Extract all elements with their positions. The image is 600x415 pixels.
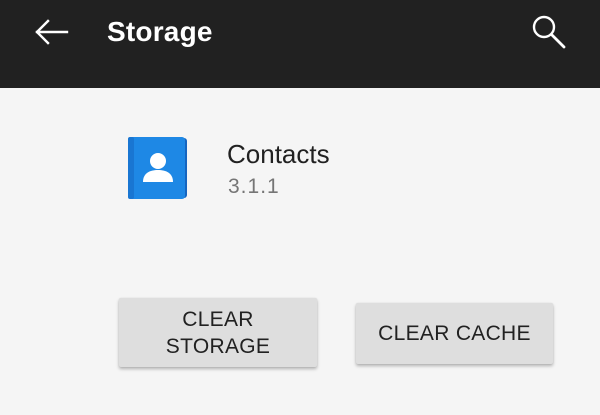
- app-bar: Storage: [0, 0, 600, 88]
- back-button[interactable]: [26, 12, 76, 52]
- clear-cache-button[interactable]: CLEAR CACHE: [356, 303, 553, 364]
- search-button[interactable]: [524, 8, 574, 56]
- app-name: Contacts: [227, 139, 330, 169]
- app-version: 3.1.1: [228, 175, 280, 198]
- page-title: Storage: [107, 16, 213, 47]
- storage-screen: Storage Contacts 3.1.1 CLEAR STORAGE CLE…: [0, 0, 600, 415]
- contacts-icon: [127, 136, 189, 200]
- arrow-back-icon: [35, 19, 69, 45]
- search-icon: [532, 15, 566, 49]
- clear-storage-button[interactable]: CLEAR STORAGE: [119, 298, 317, 367]
